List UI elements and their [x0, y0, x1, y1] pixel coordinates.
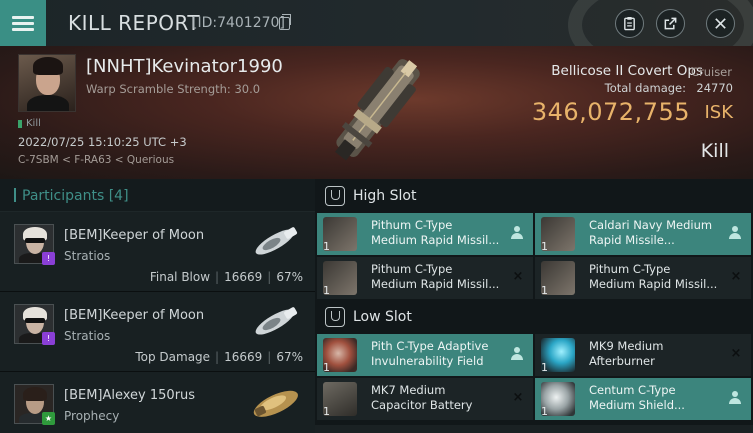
low-slot-icon: [325, 307, 345, 327]
participant-row[interactable]: ★ [BEM]Alexey 150rus Prophecy: [0, 372, 315, 433]
external-link-icon: [664, 17, 677, 30]
module-item[interactable]: 1 MK7 Medium Capacitor Battery ×: [317, 378, 533, 420]
participant-name: [BEM]Alexey 150rus: [64, 388, 196, 403]
participant-ship-image: [253, 390, 298, 417]
victim-name[interactable]: [NNHT]Kevinator1990: [86, 56, 283, 77]
participant-percent: 67%: [276, 350, 303, 364]
participant-role: Top Damage: [135, 350, 211, 364]
header-bar: KILL REPORT [ID:7401270]: [0, 0, 753, 80]
security-status-icon: !: [42, 252, 55, 265]
participant-ship: Stratios: [64, 249, 111, 263]
dropped-person-icon: [729, 226, 741, 240]
total-damage-label: Total damage:: [604, 81, 686, 95]
standing-star-icon: ★: [42, 412, 55, 425]
next-slot-header-partial: [315, 425, 753, 433]
participant-row[interactable]: ! [BEM]Keeper of Moon Stratios Final Blo…: [0, 212, 315, 292]
dropped-person-icon: [729, 391, 741, 405]
module-item[interactable]: 1 Centum C-Type Medium Shield...: [535, 378, 751, 420]
participants-header: Participants [4]: [0, 179, 315, 212]
total-damage-value: 24770: [696, 81, 733, 95]
participant-ship-image: [255, 227, 298, 255]
kill-tag: Kill: [18, 118, 41, 129]
high-slot-header: High Slot: [315, 179, 753, 213]
module-item[interactable]: 1 Pithum C-Type Medium Rapid Missil... ×: [535, 257, 751, 299]
copy-icon[interactable]: [279, 14, 291, 30]
participant-percent: 67%: [276, 270, 303, 284]
kill-datetime: 2022/07/25 15:10:25 UTC +3: [18, 135, 187, 149]
participant-ship: Prophecy: [64, 409, 120, 423]
participant-damage: 16669: [224, 350, 263, 364]
victim-avatar[interactable]: [18, 54, 76, 112]
destroyed-x-icon: ×: [730, 346, 742, 361]
warp-scramble-strength: Warp Scramble Strength: 30.0: [86, 82, 261, 96]
kill-location[interactable]: C-7SBM < F-RA63 < Querious: [18, 154, 174, 166]
victim-ship-name[interactable]: Bellicose II Covert Ops: [551, 63, 703, 79]
module-item[interactable]: 1 Caldari Navy Medium Rapid Missile...: [535, 213, 751, 255]
kill-indicator-icon: [18, 119, 22, 128]
participant-ship-image: [255, 307, 298, 335]
participant-ship: Stratios: [64, 329, 111, 343]
isk-value: 346,072,755: [531, 98, 690, 126]
participant-stats: Final Blow | 16669 | 67%: [149, 270, 303, 284]
participants-panel: Participants [4] ! [BEM]Keeper of Moon S…: [0, 179, 315, 433]
module-item[interactable]: 1 Pithum C-Type Medium Rapid Missil... ×: [317, 257, 533, 299]
dropped-person-icon: [511, 226, 523, 240]
clipboard-button[interactable]: [615, 9, 644, 38]
clipboard-icon: [624, 16, 635, 31]
participant-row[interactable]: ! [BEM]Keeper of Moon Stratios Top Damag…: [0, 292, 315, 372]
low-slot-header: Low Slot: [315, 300, 753, 334]
participants-count: [4]: [108, 188, 129, 204]
destroyed-x-icon: ×: [512, 269, 524, 284]
kill-id: [ID:7401270]: [192, 15, 285, 31]
victim-ship-class: Cruiser: [690, 65, 732, 79]
destroyed-x-icon: ×: [512, 390, 524, 405]
close-button[interactable]: [706, 9, 735, 38]
page-title: KILL REPORT: [68, 11, 201, 35]
security-status-icon: !: [42, 332, 55, 345]
fitting-panel: High Slot 1 Pithum C-Type Medium Rapid Mi…: [315, 179, 753, 433]
kill-result: Kill: [700, 140, 729, 162]
module-item[interactable]: 1 Pithum C-Type Medium Rapid Missil...: [317, 213, 533, 255]
participant-damage: 16669: [224, 270, 263, 284]
module-item[interactable]: 1 Pith C-Type Adaptive Invulnerability Fi…: [317, 334, 533, 376]
close-icon: [715, 18, 726, 29]
share-button[interactable]: [656, 9, 685, 38]
destroyed-x-icon: ×: [730, 269, 742, 284]
hamburger-icon: [12, 13, 34, 34]
high-slot-icon: [325, 186, 345, 206]
menu-button[interactable]: [0, 0, 46, 46]
victim-ship-image[interactable]: [300, 48, 450, 176]
participant-stats: Top Damage | 16669 | 67%: [135, 350, 303, 364]
isk-unit: ISK: [704, 102, 733, 123]
module-item[interactable]: 1 MK9 Medium Afterburner ×: [535, 334, 751, 376]
participant-name: [BEM]Keeper of Moon: [64, 228, 205, 243]
dropped-person-icon: [511, 347, 523, 361]
victim-summary: [NNHT]Kevinator1990 Warp Scramble Streng…: [0, 46, 753, 179]
participant-name: [BEM]Keeper of Moon: [64, 308, 205, 323]
participant-role: Final Blow: [149, 270, 211, 284]
